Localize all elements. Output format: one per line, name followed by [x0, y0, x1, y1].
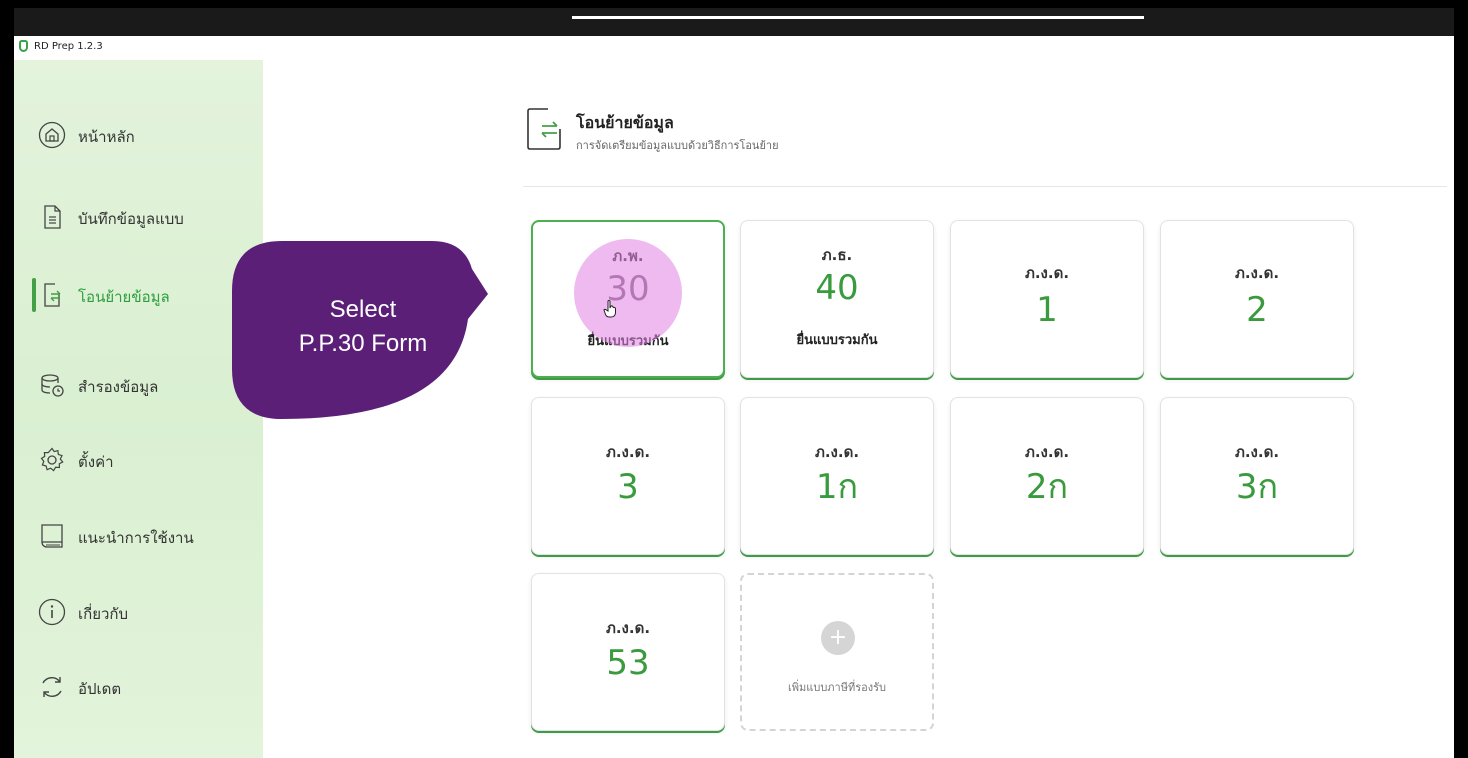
sidebar-item-label: ตั้งค่า	[78, 453, 114, 471]
info-icon	[38, 598, 66, 626]
sidebar-item-label: หน้าหลัก	[78, 128, 135, 146]
plus-icon: +	[821, 621, 855, 655]
add-form-label: เพิ่มแบบภาษีที่รองรับ	[787, 681, 887, 694]
add-form-button[interactable]: + เพิ่มแบบภาษีที่รองรับ	[740, 573, 934, 731]
video-progress-line	[572, 16, 1144, 19]
title-bar: RD Prep 1.2.3	[14, 36, 1454, 60]
form-card-pnd2k[interactable]: ภ.ง.ด. 2ก	[950, 397, 1144, 555]
sidebar-item-label: บันทึกข้อมูลแบบ	[78, 210, 184, 228]
sidebar-item-label: เกี่ยวกับ	[78, 605, 129, 623]
page-subtitle: การจัดเตรียมข้อมูลแบบด้วยวิธีการโอนย้าย	[576, 139, 779, 152]
tutorial-callout-text-wrap: Select P.P.30 Form	[232, 241, 494, 419]
form-card-subtitle: ยื่นแบบรวมกัน	[796, 333, 878, 348]
form-card-pnd1[interactable]: ภ.ง.ด. 1	[950, 220, 1144, 378]
sidebar-item-guide[interactable]: แนะนำการใช้งาน	[14, 509, 263, 563]
sidebar: หน้าหลัก บันทึกข้อมูลแบบ โอนย้ายข้อมูล ส…	[14, 60, 263, 758]
page-title: โอนย้ายข้อมูล	[576, 113, 674, 132]
app-shield-icon	[19, 40, 28, 52]
callout-line-1: Select	[329, 296, 397, 323]
home-icon	[38, 121, 66, 149]
form-card-type: ภ.ง.ด.	[1024, 264, 1070, 282]
form-card-number: 2ก	[1025, 467, 1069, 507]
form-card-number: 3ก	[1235, 467, 1279, 507]
form-card-pnd2[interactable]: ภ.ง.ด. 2	[1160, 220, 1354, 378]
database-backup-icon	[41, 374, 64, 397]
active-indicator	[32, 278, 36, 312]
sidebar-item-backup[interactable]: สำรองข้อมูล	[14, 358, 263, 412]
form-card-type: ภ.ง.ด.	[1024, 443, 1070, 461]
video-frame-top	[0, 0, 1468, 8]
sidebar-item-about[interactable]: เกี่ยวกับ	[14, 585, 263, 639]
window-title: RD Prep 1.2.3	[34, 41, 103, 52]
refresh-icon	[42, 677, 62, 697]
tutorial-callout-text: Select P.P.30 Form	[232, 293, 494, 361]
form-card-pnd3[interactable]: ภ.ง.ด. 3	[531, 397, 725, 555]
form-card-type: ภ.ง.ด.	[605, 443, 651, 461]
sidebar-item-home[interactable]: หน้าหลัก	[14, 108, 263, 162]
form-card-number: 1ก	[815, 467, 859, 507]
sidebar-item-transfer[interactable]: โอนย้ายข้อมูล	[14, 268, 263, 322]
sidebar-item-label: แนะนำการใช้งาน	[78, 529, 194, 547]
video-frame-bar	[14, 8, 1454, 36]
form-card-pt40[interactable]: ภ.ธ. 40 ยื่นแบบรวมกัน	[740, 220, 934, 378]
transfer-icon	[44, 283, 61, 307]
sidebar-item-label: อัปเดต	[78, 680, 122, 698]
form-card-number: 3	[617, 467, 639, 507]
form-card-pnd3k[interactable]: ภ.ง.ด. 3ก	[1160, 397, 1354, 555]
sidebar-item-record-form[interactable]: บันทึกข้อมูลแบบ	[14, 190, 263, 244]
header-divider	[523, 186, 1447, 187]
sidebar-item-settings[interactable]: ตั้งค่า	[14, 433, 263, 487]
document-icon	[44, 205, 61, 229]
gear-icon	[40, 447, 64, 472]
form-card-number: 2	[1246, 290, 1268, 330]
form-card-type: ภ.ง.ด.	[814, 443, 860, 461]
form-card-number: 40	[815, 268, 859, 308]
form-card-pnd53[interactable]: ภ.ง.ด. 53	[531, 573, 725, 731]
sidebar-item-label: โอนย้ายข้อมูล	[78, 288, 170, 306]
sidebar-item-update[interactable]: อัปเดต	[14, 660, 263, 714]
form-card-type: ภ.ง.ด.	[1234, 443, 1280, 461]
app-window: RD Prep 1.2.3 หน้าหลัก บันทึกข้อมูลแบบ โ…	[14, 36, 1454, 758]
sidebar-item-label: สำรองข้อมูล	[78, 378, 159, 396]
transfer-icon	[527, 108, 561, 150]
form-card-number: 53	[606, 643, 650, 683]
form-card-type: ภ.ธ.	[821, 246, 853, 264]
hand-cursor-icon	[603, 300, 616, 318]
click-highlight	[574, 239, 682, 347]
form-card-type: ภ.ง.ด.	[1234, 264, 1280, 282]
book-icon	[41, 524, 63, 548]
form-card-type: ภ.ง.ด.	[605, 619, 651, 637]
form-card-number: 1	[1036, 290, 1058, 330]
callout-line-2: P.P.30 Form	[298, 330, 428, 357]
form-card-pnd1k[interactable]: ภ.ง.ด. 1ก	[740, 397, 934, 555]
